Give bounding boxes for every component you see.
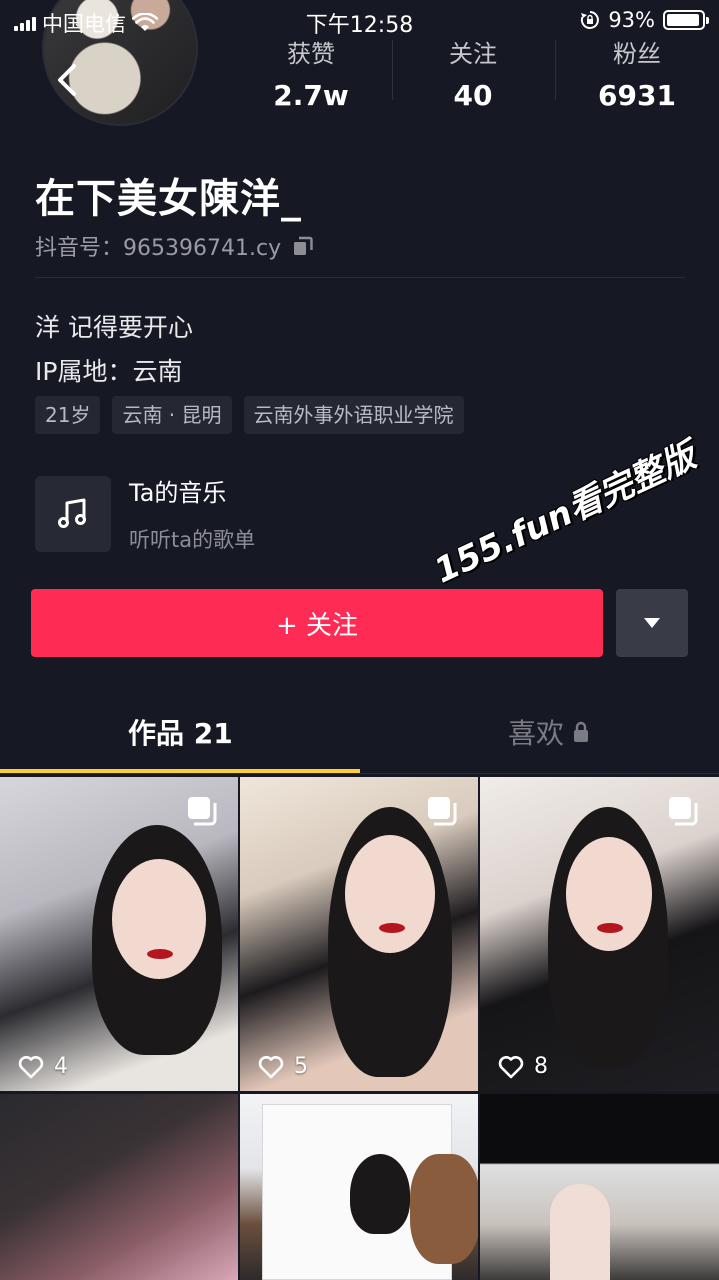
music-note-icon xyxy=(58,498,86,528)
ip-location: IP属地：云南 xyxy=(35,357,183,386)
tag-age: 21岁 xyxy=(35,396,101,434)
video-thumbnail[interactable] xyxy=(480,1094,719,1280)
status-bar: 中国电信 下午12:58 93% xyxy=(0,0,719,40)
profile-bio: 洋 记得要开心 xyxy=(35,313,193,342)
heart-outline-icon xyxy=(498,1055,524,1078)
like-count-value: 4 xyxy=(54,1054,68,1079)
battery-icon xyxy=(663,10,709,30)
battery-fill xyxy=(667,14,699,26)
video-thumbnail[interactable] xyxy=(240,1094,478,1280)
video-thumbnail[interactable]: 8 xyxy=(480,777,719,1091)
tab-divider xyxy=(0,773,719,774)
rotation-lock-icon xyxy=(581,11,600,29)
heart-outline-icon xyxy=(258,1055,284,1078)
tab-likes[interactable]: 喜欢 xyxy=(508,712,590,752)
music-subtitle: 听听ta的歌单 xyxy=(129,528,256,552)
like-count-value: 8 xyxy=(534,1054,548,1079)
copy-icon[interactable] xyxy=(291,234,315,258)
multi-image-icon xyxy=(188,797,217,826)
tag-school: 云南外事外语职业学院 xyxy=(243,396,464,434)
music-text: Ta的音乐 听听ta的歌单 xyxy=(129,473,255,554)
battery-percent: 93% xyxy=(608,8,655,32)
multi-image-icon xyxy=(428,797,457,826)
more-button[interactable] xyxy=(616,589,688,657)
stat-value: 6931 xyxy=(598,79,676,112)
stat-divider xyxy=(555,40,556,100)
music-title: Ta的音乐 xyxy=(129,479,227,507)
tab-likes-label: 喜欢 xyxy=(508,717,565,750)
stat-value: 2.7w xyxy=(273,79,349,112)
profile-name: 在下美女陳洋_ xyxy=(35,176,302,222)
dropdown-triangle-icon xyxy=(644,618,660,628)
video-thumbnail[interactable] xyxy=(0,1094,238,1280)
like-count: 5 xyxy=(258,1054,308,1079)
douyin-id: 抖音号：965396741.cy xyxy=(35,236,282,261)
tag-location: 云南 · 昆明 xyxy=(112,396,232,434)
video-thumbnail[interactable]: 4 xyxy=(0,777,238,1091)
watermark: 155.fun看完整版 xyxy=(428,435,702,592)
status-right: 93% xyxy=(580,8,709,32)
lock-icon xyxy=(574,721,589,742)
music-entry[interactable]: Ta的音乐 听听ta的歌单 xyxy=(35,473,255,554)
stat-value: 40 xyxy=(453,79,493,112)
section-divider xyxy=(35,277,685,278)
like-count: 4 xyxy=(18,1054,68,1079)
like-count-value: 5 xyxy=(294,1054,308,1079)
profile-tags: 21岁 云南 · 昆明 云南外事外语职业学院 xyxy=(35,396,464,434)
stat-likes[interactable]: 获赞 2.7w xyxy=(251,34,371,112)
back-icon[interactable] xyxy=(50,60,90,100)
video-thumbnail[interactable]: 5 xyxy=(240,777,478,1091)
stat-following[interactable]: 关注 40 xyxy=(413,34,533,112)
tab-works[interactable]: 作品 21 xyxy=(128,712,233,752)
like-count: 8 xyxy=(498,1054,548,1079)
heart-outline-icon xyxy=(18,1055,44,1078)
stat-followers[interactable]: 粉丝 6931 xyxy=(577,34,697,112)
music-icon-box xyxy=(35,475,111,552)
follow-button[interactable]: + 关注 xyxy=(31,589,603,657)
multi-image-icon xyxy=(669,797,698,826)
douyin-id-row: 抖音号：965396741.cy xyxy=(35,230,315,262)
stat-divider xyxy=(392,40,393,100)
